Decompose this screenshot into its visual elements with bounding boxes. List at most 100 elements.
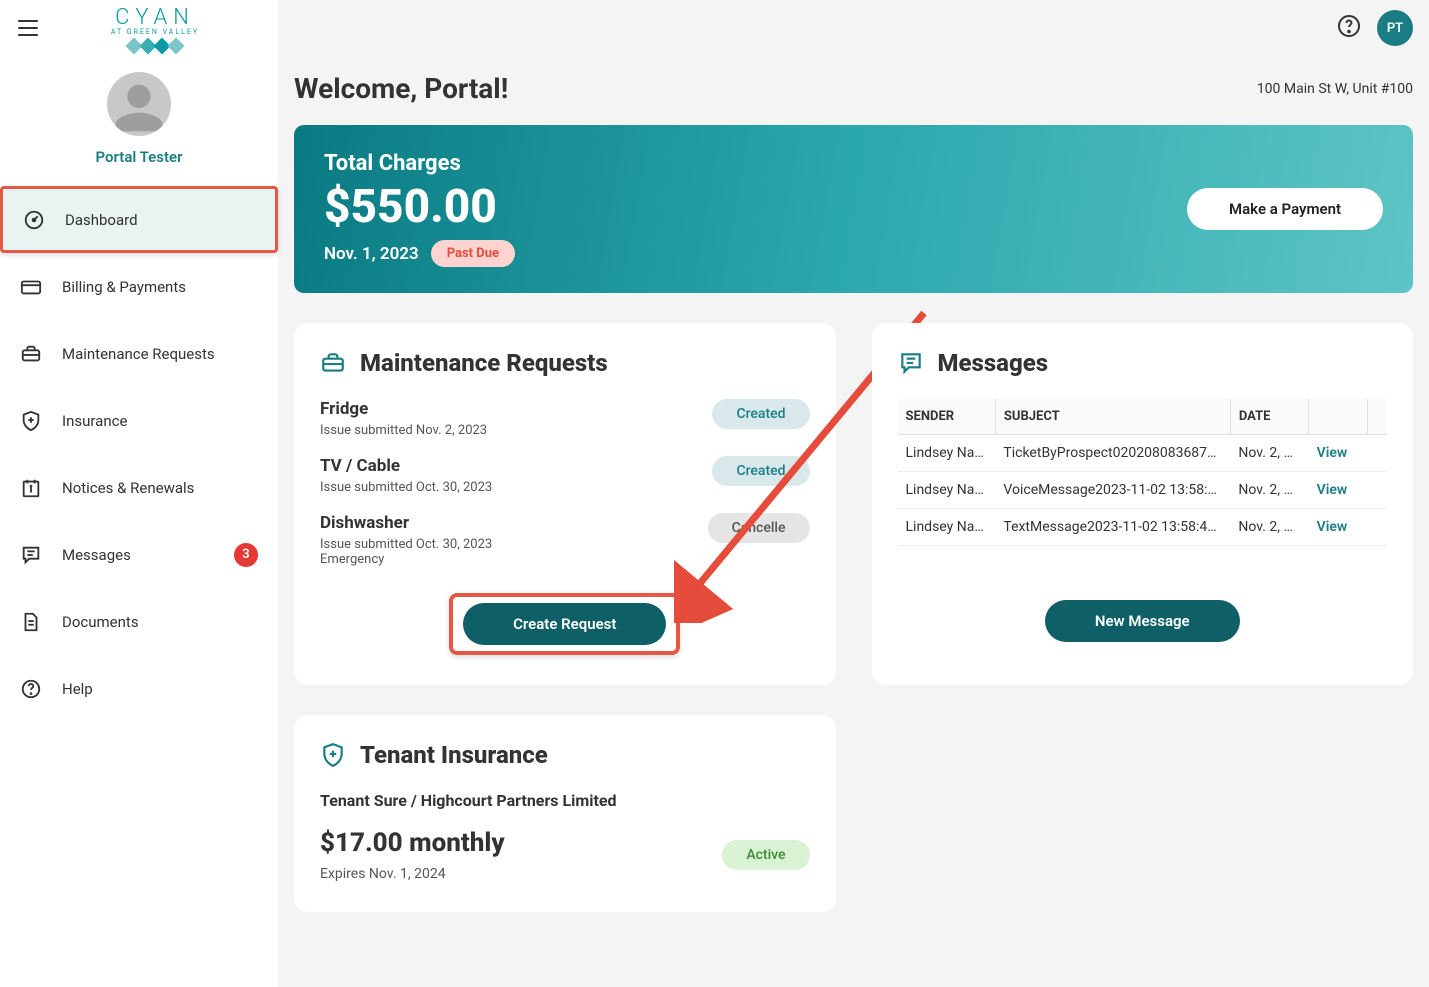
toolbox-icon — [320, 350, 346, 376]
cell-date: Nov. 2, 2… — [1230, 472, 1308, 509]
cell-date: Nov. 2, 2… — [1230, 435, 1308, 472]
sidebar-item-notices[interactable]: Notices & Renewals — [0, 454, 278, 521]
page-header: PT — [278, 0, 1429, 56]
view-link[interactable]: View — [1317, 519, 1348, 535]
card-title: Messages — [938, 349, 1049, 377]
sidebar-item-documents[interactable]: Documents — [0, 588, 278, 655]
sidebar-item-messages[interactable]: Messages 3 — [0, 521, 278, 588]
charges-banner: Total Charges $550.00 Nov. 1, 2023 Past … — [294, 125, 1413, 293]
new-message-button[interactable]: New Message — [1045, 600, 1240, 642]
shield-icon — [20, 410, 42, 432]
sidebar-item-label: Dashboard — [65, 211, 255, 229]
cell-date: Nov. 2, 2… — [1230, 509, 1308, 546]
logo-diamonds-icon — [111, 40, 199, 52]
sidebar-item-billing[interactable]: Billing & Payments — [0, 253, 278, 320]
sidebar-item-label: Messages — [62, 546, 214, 564]
sidebar-item-help[interactable]: Help — [0, 655, 278, 722]
sidebar-item-maintenance[interactable]: Maintenance Requests — [0, 320, 278, 387]
maintenance-card: Maintenance Requests Fridge Issue submit… — [294, 323, 836, 685]
calendar-icon — [20, 477, 42, 499]
sidebar-item-insurance[interactable]: Insurance — [0, 387, 278, 454]
help-circle-icon — [1337, 14, 1361, 38]
sidebar: CYAN AT GREEN VALLEY Portal Tester D — [0, 0, 278, 987]
logo-text: CYAN — [111, 5, 199, 30]
hamburger-icon — [18, 20, 38, 36]
charges-amount: $550.00 — [324, 180, 515, 234]
insurance-provider: Tenant Sure / Highcourt Partners Limited — [320, 791, 810, 810]
user-avatar-chip[interactable]: PT — [1377, 10, 1413, 46]
person-icon — [111, 80, 167, 136]
address: 100 Main St W, Unit #100 — [1257, 81, 1413, 97]
request-meta: Issue submitted Oct. 30, 2023 — [320, 537, 692, 552]
table-row[interactable]: Lindsey Nae… TicketByProspect02020808368… — [898, 435, 1388, 472]
annotation-highlight: Create Request — [449, 593, 680, 655]
nav: Dashboard Billing & Payments Maintenance… — [0, 186, 278, 742]
table-row[interactable]: Lindsey Nae… TextMessage2023-11-02 13:58… — [898, 509, 1388, 546]
charges-date: Nov. 1, 2023 — [324, 244, 419, 264]
view-link[interactable]: View — [1317, 482, 1348, 498]
cell-subject: TicketByProspect020208083687<t… — [995, 435, 1230, 472]
status-badge: Cancelle — [708, 513, 810, 543]
table-header — [1367, 399, 1387, 435]
profile-section: Portal Tester — [0, 56, 278, 186]
cell-sender: Lindsey Nae… — [898, 509, 996, 546]
help-button[interactable] — [1333, 10, 1365, 46]
request-title: Fridge — [320, 399, 696, 419]
maintenance-item[interactable]: TV / Cable Issue submitted Oct. 30, 2023… — [320, 456, 810, 495]
badge: 3 — [234, 543, 258, 567]
table-header[interactable]: SENDER — [898, 399, 996, 435]
help-icon — [20, 678, 42, 700]
table-header[interactable]: DATE — [1230, 399, 1308, 435]
insurance-card: Tenant Insurance Tenant Sure / Highcourt… — [294, 715, 836, 912]
sidebar-item-label: Notices & Renewals — [62, 479, 258, 497]
status-badge: Active — [722, 840, 809, 870]
dashboard-icon — [23, 209, 45, 231]
shield-icon — [320, 742, 346, 768]
page-title: Welcome, Portal! — [294, 72, 508, 105]
user-initials: PT — [1387, 21, 1403, 36]
sidebar-item-label: Documents — [62, 613, 258, 631]
message-icon — [898, 350, 924, 376]
charges-label: Total Charges — [324, 151, 515, 176]
card-title: Maintenance Requests — [360, 349, 608, 377]
cell-sender: Lindsey Nae… — [898, 435, 996, 472]
document-icon — [20, 611, 42, 633]
avatar[interactable] — [107, 72, 171, 136]
insurance-expiry: Expires Nov. 1, 2024 — [320, 866, 505, 882]
maintenance-item[interactable]: Dishwasher Issue submitted Oct. 30, 2023… — [320, 513, 810, 567]
view-link[interactable]: View — [1317, 445, 1348, 461]
messages-card: Messages SENDER SUBJECT DATE — [872, 323, 1414, 685]
logo-subtext: AT GREEN VALLEY — [111, 28, 199, 36]
insurance-price: $17.00 monthly — [320, 828, 505, 858]
sidebar-item-label: Help — [62, 680, 258, 698]
sidebar-item-label: Insurance — [62, 412, 258, 430]
table-header — [1309, 399, 1368, 435]
message-icon — [20, 544, 42, 566]
menu-button[interactable] — [12, 14, 44, 42]
request-meta: Issue submitted Oct. 30, 2023 — [320, 480, 696, 495]
cell-subject: VoiceMessage2023-11-02 13:58:5… — [995, 472, 1230, 509]
sidebar-item-dashboard[interactable]: Dashboard — [0, 186, 278, 253]
request-meta: Emergency — [320, 552, 692, 567]
profile-name: Portal Tester — [0, 148, 278, 166]
card-icon — [20, 276, 42, 298]
sidebar-item-label: Maintenance Requests — [62, 345, 258, 363]
make-payment-button[interactable]: Make a Payment — [1187, 188, 1383, 230]
request-title: TV / Cable — [320, 456, 696, 476]
maintenance-item[interactable]: Fridge Issue submitted Nov. 2, 2023 Crea… — [320, 399, 810, 438]
status-badge: Created — [712, 399, 809, 429]
request-title: Dishwasher — [320, 513, 692, 533]
table-header[interactable]: SUBJECT — [995, 399, 1230, 435]
sidebar-item-label: Billing & Payments — [62, 278, 258, 296]
toolbox-icon — [20, 343, 42, 365]
logo: CYAN AT GREEN VALLEY — [44, 5, 266, 52]
request-meta: Issue submitted Nov. 2, 2023 — [320, 423, 696, 438]
table-row[interactable]: Lindsey Nae… VoiceMessage2023-11-02 13:5… — [898, 472, 1388, 509]
cell-sender: Lindsey Nae… — [898, 472, 996, 509]
status-badge: Past Due — [431, 240, 515, 267]
create-request-button[interactable]: Create Request — [463, 603, 666, 645]
card-title: Tenant Insurance — [360, 741, 548, 769]
cell-subject: TextMessage2023-11-02 13:58:49… — [995, 509, 1230, 546]
status-badge: Created — [712, 456, 809, 486]
messages-table: SENDER SUBJECT DATE Lindsey Nae… TicketB… — [898, 399, 1388, 546]
